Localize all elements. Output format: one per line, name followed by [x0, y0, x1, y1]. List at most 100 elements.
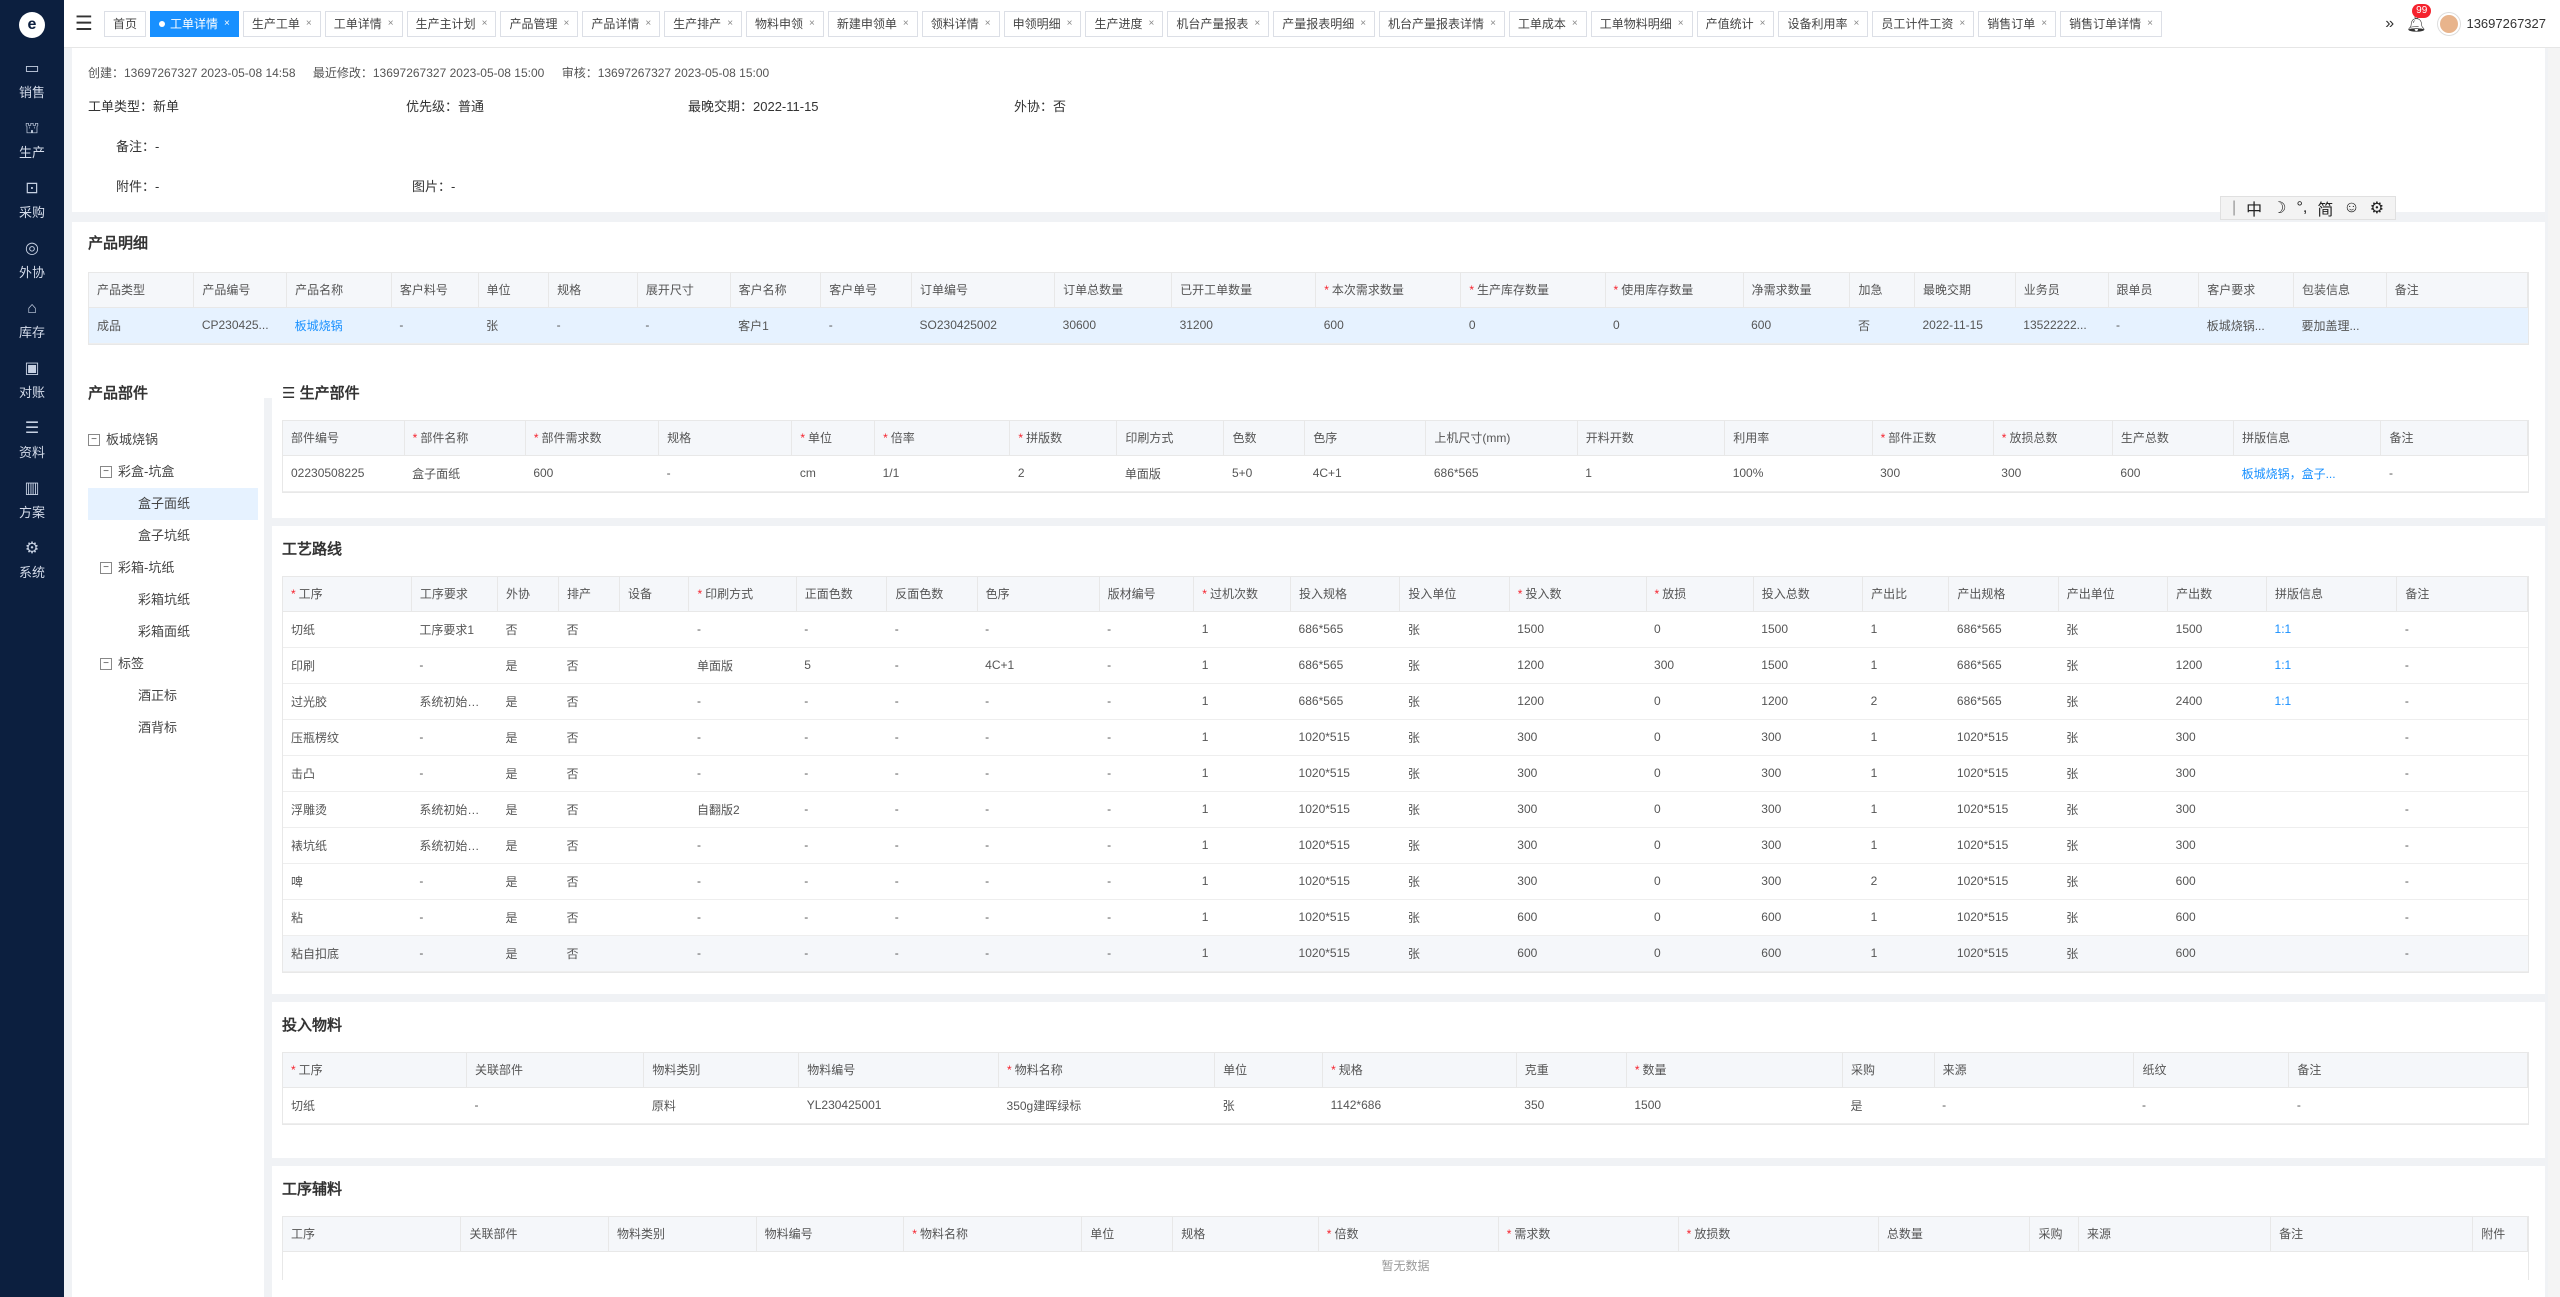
close-icon[interactable]: ×	[645, 12, 651, 36]
menu-toggle-icon[interactable]: ☰	[64, 11, 104, 36]
close-icon[interactable]: ×	[1148, 12, 1154, 36]
close-icon[interactable]: ×	[1959, 12, 1965, 36]
close-icon[interactable]: ×	[306, 12, 312, 36]
link-cell[interactable]: 1:1	[2266, 611, 2397, 648]
table-row[interactable]: 浮雕烫 系统初始化生成是否自翻版2- - - -1 1020*515 张 300 0 300 1 10…	[283, 791, 2528, 828]
sidebar-item-7[interactable]: ▥ 方案	[0, 470, 64, 530]
link-cell[interactable]: 板城烧锅	[286, 307, 392, 344]
close-icon[interactable]: ×	[2147, 12, 2153, 36]
tab-9[interactable]: 新建申领单 ×	[827, 10, 918, 37]
more-tabs-icon[interactable]: »	[2379, 15, 2400, 33]
tab-13[interactable]: 机台产量报表 ×	[1167, 10, 1270, 37]
ime-toolbar[interactable]: | 中 ☽ °, 简 ☺ ⚙	[2220, 196, 2397, 220]
table-row[interactable]: 切纸 - 原料 YL230425001 350g建晖绿标张 1142*686 350 1500…	[283, 1087, 2528, 1124]
link-cell[interactable]: 1:1	[2266, 683, 2397, 720]
tab-15[interactable]: 机台产量报表详情 ×	[1379, 10, 1505, 37]
tree-node[interactable]: − 彩箱-坑纸	[88, 552, 258, 584]
tab-2[interactable]: 生产工单 ×	[242, 10, 321, 37]
tree-node[interactable]: − 彩盒-坑盒	[88, 456, 258, 488]
tab-6[interactable]: 产品详情 ×	[582, 10, 661, 37]
tree-node[interactable]: − 标签	[88, 648, 258, 680]
ime-item[interactable]: ☽	[2272, 198, 2286, 218]
tab-3[interactable]: 工单详情 ×	[324, 10, 403, 37]
tab-17[interactable]: 工单物料明细 ×	[1590, 10, 1693, 37]
tab-20[interactable]: 员工计件工资 ×	[1872, 10, 1975, 37]
username[interactable]: 13697267327	[2466, 16, 2546, 31]
table-row[interactable]: 成品 CP230425... 板城烧锅 - 张 - - 客户1- SO230425002 3060…	[89, 307, 2528, 344]
table-row[interactable]: 粘自扣底 - 是否 - - - - -1 1020*515 张 600 0 600 1 1020*515 张 6…	[283, 935, 2528, 972]
tab-7[interactable]: 生产排产 ×	[664, 10, 743, 37]
sidebar-item-1[interactable]: ⛫ 生产	[0, 110, 64, 170]
close-icon[interactable]: ×	[1572, 12, 1578, 36]
table-row[interactable]: 粘 - 是否 - - - - -1 1020*515 张 600 0 600 1 1020*515 张 600-	[283, 899, 2528, 936]
close-icon[interactable]: ×	[388, 12, 394, 36]
tab-11[interactable]: 申领明细 ×	[1003, 10, 1082, 37]
tree-node[interactable]: 酒正标	[88, 680, 258, 712]
table-row[interactable]: 啤 - 是否 - - - - -1 1020*515 张 300 0 300 2 1020*515 张 600-	[283, 863, 2528, 900]
table-row[interactable]: 02230508225 盒子面纸 600- cm 1/1 2 单面版 5+0 4C+1 686*5…	[283, 455, 2528, 492]
tree-node[interactable]: 盒子坑纸	[88, 520, 258, 552]
close-icon[interactable]: ×	[727, 12, 733, 36]
sidebar-item-4[interactable]: ⌂ 库存	[0, 290, 64, 350]
close-icon[interactable]: ×	[1678, 12, 1684, 36]
tab-21[interactable]: 销售订单 ×	[1978, 10, 2057, 37]
collapse-icon[interactable]: −	[100, 658, 112, 670]
close-icon[interactable]: ×	[809, 12, 815, 36]
bell-icon[interactable]: 🔔︎ 99	[2406, 3, 2432, 34]
link-cell[interactable]	[2266, 935, 2397, 972]
tab-19[interactable]: 设备利用率 ×	[1778, 10, 1869, 37]
ime-item[interactable]: ☺	[2343, 199, 2359, 217]
tab-18[interactable]: 产值统计 ×	[1696, 10, 1775, 37]
sidebar-item-2[interactable]: ⊡ 采购	[0, 170, 64, 230]
link-cell[interactable]	[2266, 755, 2397, 792]
link-cell[interactable]	[2266, 791, 2397, 828]
tree-node[interactable]: 盒子面纸	[88, 488, 258, 520]
table-row[interactable]: 印刷 - 是否单面版 5-4C+1-1 686*565 张 1200 300 1500 1 686*…	[283, 647, 2528, 684]
close-icon[interactable]: ×	[1490, 12, 1496, 36]
tree-node[interactable]: 彩箱坑纸	[88, 584, 258, 616]
sidebar-item-0[interactable]: ▭ 销售	[0, 50, 64, 110]
link-cell[interactable]: 1:1	[2266, 647, 2397, 684]
table-row[interactable]: 击凸 - 是否 - - - - -1 1020*515 张 300 0 300 1 1020*515 张 300…	[283, 755, 2528, 792]
close-icon[interactable]: ×	[224, 12, 230, 36]
table-row[interactable]: 切纸 工序要求1 否否 - - - - -1 686*565 张 1500 0 1500 1 686*565…	[283, 611, 2528, 648]
link-cell[interactable]	[2266, 827, 2397, 864]
tree-node[interactable]: 酒背标	[88, 712, 258, 744]
close-icon[interactable]: ×	[1067, 12, 1073, 36]
tab-1[interactable]: 工单详情 ×	[150, 10, 239, 37]
tree-node[interactable]: − 板城烧锅	[88, 424, 258, 456]
link-cell[interactable]: 板城烧锅，盒子...	[2233, 455, 2381, 492]
link-cell[interactable]	[2266, 719, 2397, 756]
tab-8[interactable]: 物料申领 ×	[746, 10, 824, 37]
table-row[interactable]: 裱坑纸 系统初始化生成是否 - - - - -1 1020*515 张 300 0 300 1 1020*…	[283, 827, 2528, 864]
close-icon[interactable]: ×	[1360, 12, 1366, 36]
sidebar-item-3[interactable]: ◎ 外协	[0, 230, 64, 290]
ime-item[interactable]: 中	[2246, 196, 2262, 220]
collapse-icon[interactable]: −	[100, 562, 112, 574]
close-icon[interactable]: ×	[1254, 12, 1260, 36]
close-icon[interactable]: ×	[482, 12, 488, 36]
close-icon[interactable]: ×	[985, 12, 991, 36]
link-cell[interactable]	[2266, 899, 2397, 936]
close-icon[interactable]: ×	[1854, 12, 1860, 36]
ime-item[interactable]: °,	[2297, 199, 2308, 217]
app-logo[interactable]: e	[0, 0, 64, 50]
page-scrollbar[interactable]	[2548, 48, 2560, 1297]
tab-5[interactable]: 产品管理 ×	[500, 10, 579, 37]
tab-12[interactable]: 生产进度 ×	[1085, 10, 1164, 37]
tab-4[interactable]: 生产主计划 ×	[406, 10, 497, 37]
ime-item[interactable]: 简	[2317, 196, 2333, 220]
sidebar-item-6[interactable]: ☰ 资料	[0, 410, 64, 470]
close-icon[interactable]: ×	[2041, 12, 2047, 36]
close-icon[interactable]: ×	[563, 12, 569, 36]
close-icon[interactable]: ×	[1760, 12, 1766, 36]
collapse-icon[interactable]: −	[88, 434, 100, 446]
close-icon[interactable]: ×	[903, 12, 909, 36]
tree-node[interactable]: 彩箱面纸	[88, 616, 258, 648]
collapse-icon[interactable]: −	[100, 466, 112, 478]
tab-10[interactable]: 领料详情 ×	[921, 10, 1000, 37]
tab-16[interactable]: 工单成本 ×	[1508, 10, 1587, 37]
tab-0[interactable]: 首页	[104, 10, 147, 37]
table-row[interactable]: 过光胶 系统初始化生成是否 - - - - -1 686*565 张 1200 0 1200 2 686*…	[283, 683, 2528, 720]
avatar[interactable]	[2438, 12, 2461, 35]
